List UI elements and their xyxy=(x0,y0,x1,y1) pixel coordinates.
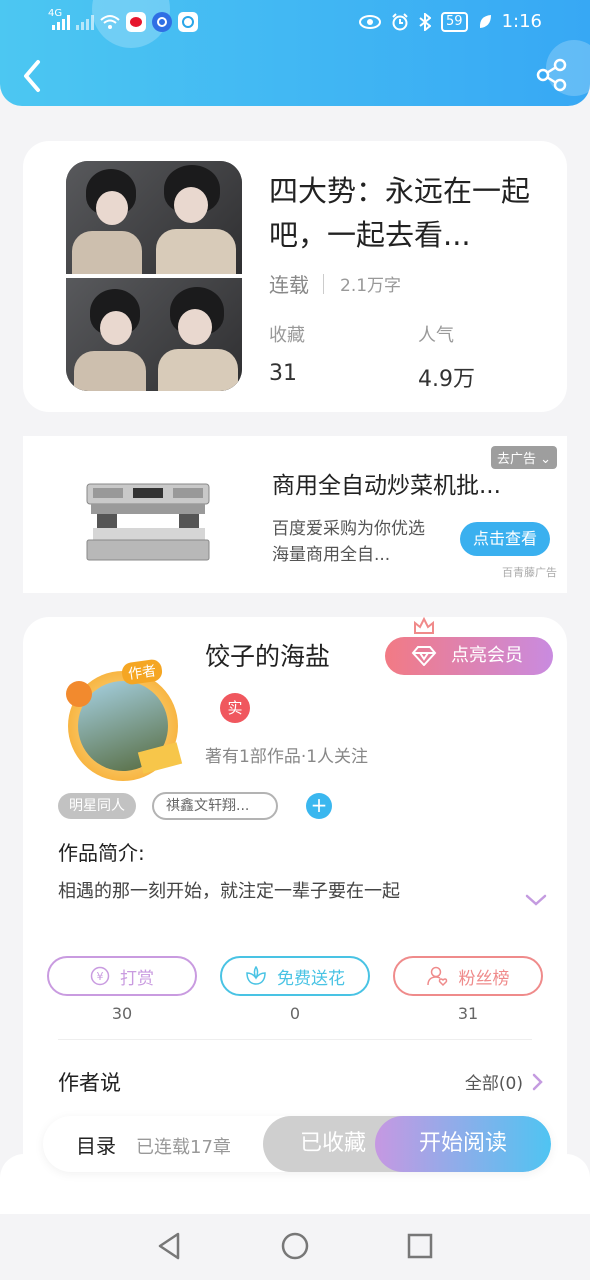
all-label: 全部(0) xyxy=(464,1074,523,1094)
tip-action: ¥ 打赏 30 xyxy=(47,956,197,1023)
chevron-down-icon[interactable] xyxy=(525,893,547,907)
nav-recents-icon[interactable] xyxy=(407,1232,433,1260)
favorites-label: 收藏 xyxy=(269,325,305,346)
tip-count: 30 xyxy=(111,1004,133,1023)
share-button[interactable] xyxy=(536,58,568,92)
favorites-stat: 收藏 31 xyxy=(269,321,305,386)
yuan-coin-icon: ¥ xyxy=(90,966,110,986)
serial-status: 连载 xyxy=(269,273,309,297)
alarm-icon xyxy=(392,12,408,30)
wifi-icon xyxy=(100,15,120,29)
popularity-value: 4.9万 xyxy=(418,367,475,392)
app-icon xyxy=(178,12,198,32)
system-nav-bar xyxy=(0,1214,590,1280)
crown-icon xyxy=(414,617,434,634)
nav-back-icon[interactable] xyxy=(156,1232,182,1260)
book-meta: 连载 2.1万字 xyxy=(269,269,401,298)
bottom-action-bar: 目录 已连载17章 已收藏 开始阅读 xyxy=(43,1116,551,1172)
author-avatar[interactable]: 作者 xyxy=(48,651,198,801)
author-name[interactable]: 饺子的海盐 xyxy=(205,637,330,673)
tag-chip[interactable]: 祺鑫文轩翔... xyxy=(152,792,278,820)
ad-view-button[interactable]: 点击查看 xyxy=(460,522,550,556)
ad-source: 百青藤广告 xyxy=(502,566,557,579)
app-icon xyxy=(152,12,172,32)
chapter-count: 已连载17章 xyxy=(136,1137,231,1158)
toc-button[interactable]: 目录 xyxy=(76,1130,116,1159)
author-tag: 作者 xyxy=(120,658,164,686)
user-heart-icon xyxy=(426,966,447,987)
book-cover[interactable] xyxy=(66,161,242,391)
popularity-label: 人气 xyxy=(418,325,454,346)
flower-action: 免费送花 0 xyxy=(220,956,370,1023)
popularity-stat: 人气 4.9万 xyxy=(418,321,475,393)
word-count: 2.1万字 xyxy=(340,276,402,296)
tip-button[interactable]: ¥ 打赏 xyxy=(47,956,197,996)
diamond-icon xyxy=(411,646,437,666)
weibo-icon xyxy=(126,12,146,32)
action-row: ¥ 打赏 30 免费送花 0 粉丝榜 31 xyxy=(47,956,543,1023)
share-icon xyxy=(536,58,567,92)
decor-balloon xyxy=(66,681,92,707)
flower-label: 免费送花 xyxy=(277,968,345,989)
ad-banner[interactable]: 去广告 ⌄ 商用全自动炒菜机批... 百度爱采购为你优选海量商用全自... 点击… xyxy=(23,436,567,593)
eye-icon xyxy=(359,14,382,29)
vip-button-label: 点亮会员 xyxy=(451,645,523,666)
nav-home-icon[interactable] xyxy=(281,1232,309,1260)
chevron-down-icon: ⌄ xyxy=(540,452,551,467)
fans-action: 粉丝榜 31 xyxy=(393,956,543,1023)
chevron-right-icon xyxy=(532,1073,543,1090)
bluetooth-icon xyxy=(419,12,432,31)
book-title: 四大势：永远在一起吧，一起去看... xyxy=(269,174,531,252)
book-info-card: 四大势：永远在一起吧，一起去看... 连载 2.1万字 收藏 31 人气 4.9… xyxy=(23,141,567,412)
divider xyxy=(58,1039,532,1040)
status-bar: 4G 59 1:16 xyxy=(0,0,590,46)
favorites-value: 31 xyxy=(269,361,297,386)
leaf-icon xyxy=(479,14,491,28)
flower-icon xyxy=(246,966,266,985)
verified-badge: 实 xyxy=(220,693,250,723)
flower-count: 0 xyxy=(289,1004,301,1023)
intro-title: 作品简介: xyxy=(58,841,145,865)
ad-description: 百度爱采购为你优选海量商用全自... xyxy=(272,519,425,565)
start-reading-button[interactable]: 开始阅读 xyxy=(375,1116,551,1172)
fans-label: 粉丝榜 xyxy=(458,968,510,989)
tip-label: 打赏 xyxy=(120,968,154,989)
clock-time: 1:16 xyxy=(501,11,542,32)
remove-ad-label: 去广告 xyxy=(496,452,536,467)
free-flower-button[interactable]: 免费送花 xyxy=(220,956,370,996)
svg-text:¥: ¥ xyxy=(97,970,104,983)
chevron-left-icon xyxy=(24,60,40,92)
plus-icon: + xyxy=(310,793,328,817)
ad-product-image xyxy=(86,483,210,561)
fans-count: 31 xyxy=(457,1004,479,1023)
app-header: 4G 59 1:16 xyxy=(0,0,590,106)
author-says-title: 作者说 xyxy=(58,1071,121,1095)
fan-ranking-button[interactable]: 粉丝榜 xyxy=(393,956,543,996)
intro-text: 相遇的那一刻开始，就注定一辈子要在一起 xyxy=(58,881,400,902)
tag-chip[interactable]: 明星同人 xyxy=(58,793,136,819)
battery-icon: 59 xyxy=(441,11,468,32)
back-button[interactable] xyxy=(18,56,48,96)
network-label: 4G xyxy=(48,8,63,19)
author-stats: 著有1部作品·1人关注 xyxy=(205,747,369,767)
divider xyxy=(323,273,324,294)
ad-title: 商用全自动炒菜机批... xyxy=(272,473,501,499)
tag-list: 明星同人 祺鑫文轩翔... + xyxy=(58,792,332,820)
signal-icon xyxy=(76,14,94,30)
add-tag-button[interactable]: + xyxy=(306,793,332,819)
vip-button[interactable]: 点亮会员 xyxy=(385,637,553,675)
author-says-all-link[interactable]: 全部(0) xyxy=(465,1069,543,1094)
